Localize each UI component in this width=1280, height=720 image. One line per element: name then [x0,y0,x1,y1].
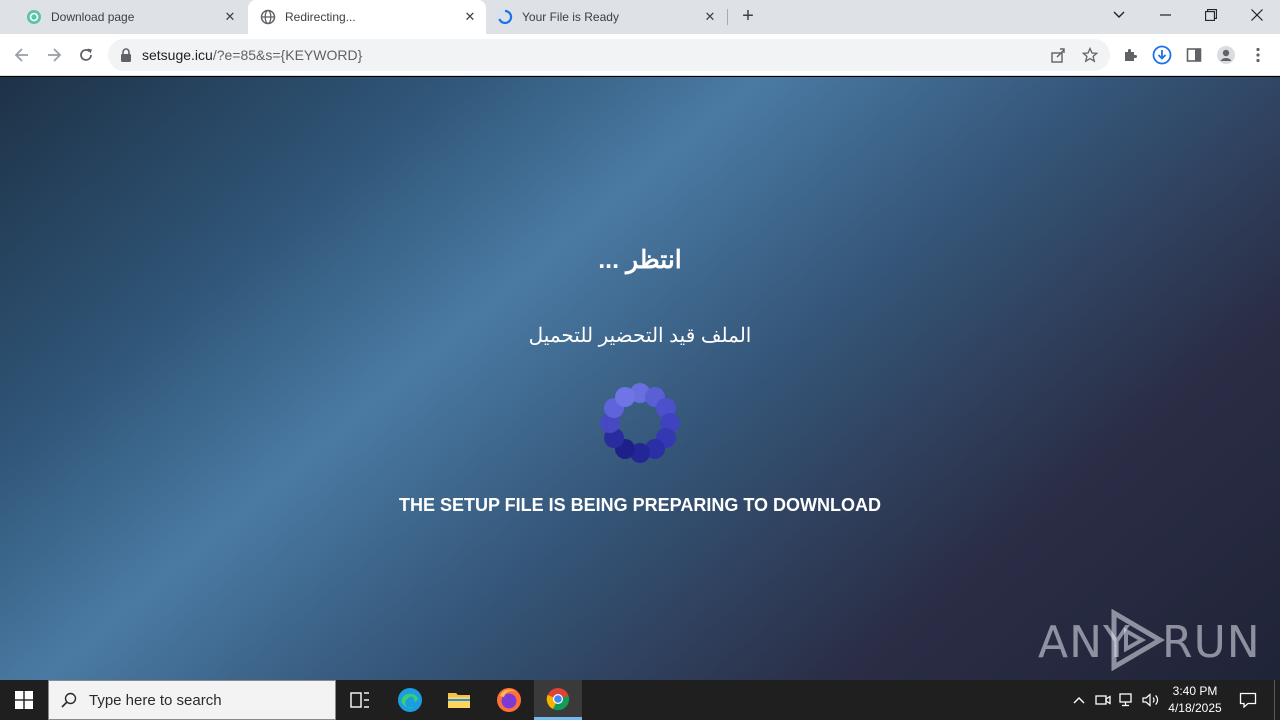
edge-browser-icon[interactable] [386,680,434,720]
tab-title: Download page [51,10,135,24]
menu-kebab-icon[interactable] [1247,44,1269,66]
tab-download-page[interactable]: Download page ✕ [8,0,246,34]
minimize-button[interactable] [1142,0,1188,30]
chrome-icon[interactable] [534,680,582,720]
volume-icon[interactable] [1140,680,1162,720]
search-icon [49,692,89,708]
watermark-run: RUN [1162,617,1261,668]
windows-logo-icon [15,691,33,709]
clock-date: 4/18/2025 [1168,701,1222,715]
address-bar[interactable]: setsuge.icu/?e=85&s={KEYWORD} [108,39,1110,71]
url-path: /?e=85&s={KEYWORD} [212,47,363,63]
arrow-left-icon [14,48,28,62]
taskbar-clock[interactable]: 3:40 PM 4/18/2025 [1160,683,1230,717]
back-button[interactable] [8,41,36,69]
url-text[interactable]: setsuge.icu/?e=85&s={KEYWORD} [142,47,362,63]
page-content: انتظر ... الملف قيد التحضير للتحميل THE … [0,77,1280,680]
profile-avatar-icon[interactable] [1215,44,1237,66]
chevron-down-icon [1113,11,1125,18]
close-icon[interactable]: ✕ [702,9,718,25]
download-icon[interactable] [1151,44,1173,66]
tab-separator [727,9,728,25]
firefox-icon[interactable] [485,680,533,720]
spinner-segment [615,387,635,408]
download-page-icon [26,9,42,25]
loading-spinner-icon [497,9,513,25]
forward-button[interactable] [40,41,68,69]
tab-strip: Download page ✕ Redirecting... ✕ Your Fi… [0,0,1280,34]
wait-heading: انتظر ... [598,246,682,274]
network-icon[interactable] [1116,680,1138,720]
task-view-icon[interactable] [336,680,384,720]
bookmark-star-icon[interactable] [1080,45,1100,65]
file-explorer-icon[interactable] [435,680,483,720]
anyrun-watermark: ANY RUN [1038,607,1260,671]
notification-center-icon[interactable] [1234,680,1262,720]
tab-title: Redirecting... [285,10,356,24]
share-icon[interactable] [1048,45,1068,65]
reload-icon [80,48,92,61]
side-panel-icon[interactable] [1183,44,1205,66]
setup-status-text: THE SETUP FILE IS BEING PREPARING TO DOW… [398,495,882,515]
windows-taskbar: Type here to search 3:40 PM 4/18/2025 [0,680,1280,720]
extensions-puzzle-icon[interactable] [1119,44,1141,66]
url-host: setsuge.icu [142,47,213,63]
meet-now-icon[interactable] [1092,680,1114,720]
play-logo-icon [1111,609,1165,671]
tab-redirecting[interactable]: Redirecting... ✕ [248,0,486,34]
globe-icon [260,9,276,25]
clock-time: 3:40 PM [1172,684,1218,698]
close-icon[interactable]: ✕ [462,9,478,25]
tab-title: Your File is Ready [522,10,619,24]
close-window-button[interactable] [1234,0,1280,30]
search-placeholder: Type here to search [89,691,222,709]
restore-button[interactable] [1188,0,1234,30]
tab-search-button[interactable] [1096,0,1142,30]
tab-your-file-is-ready[interactable]: Your File is Ready ✕ [488,0,726,34]
show-desktop-divider[interactable] [1274,680,1275,720]
start-button[interactable] [0,680,48,720]
taskbar-search-box[interactable]: Type here to search [48,680,336,720]
lock-icon[interactable] [120,48,132,62]
new-tab-button[interactable]: + [737,5,759,27]
close-icon[interactable]: ✕ [222,9,238,25]
reload-button[interactable] [72,41,100,69]
loading-spinner [600,383,680,463]
show-hidden-icons-chevron-icon[interactable] [1068,680,1090,720]
arrow-right-icon [48,48,62,62]
preparing-subheading: الملف قيد التحضير للتحميل [528,325,752,347]
browser-toolbar: setsuge.icu/?e=85&s={KEYWORD} [0,34,1280,76]
